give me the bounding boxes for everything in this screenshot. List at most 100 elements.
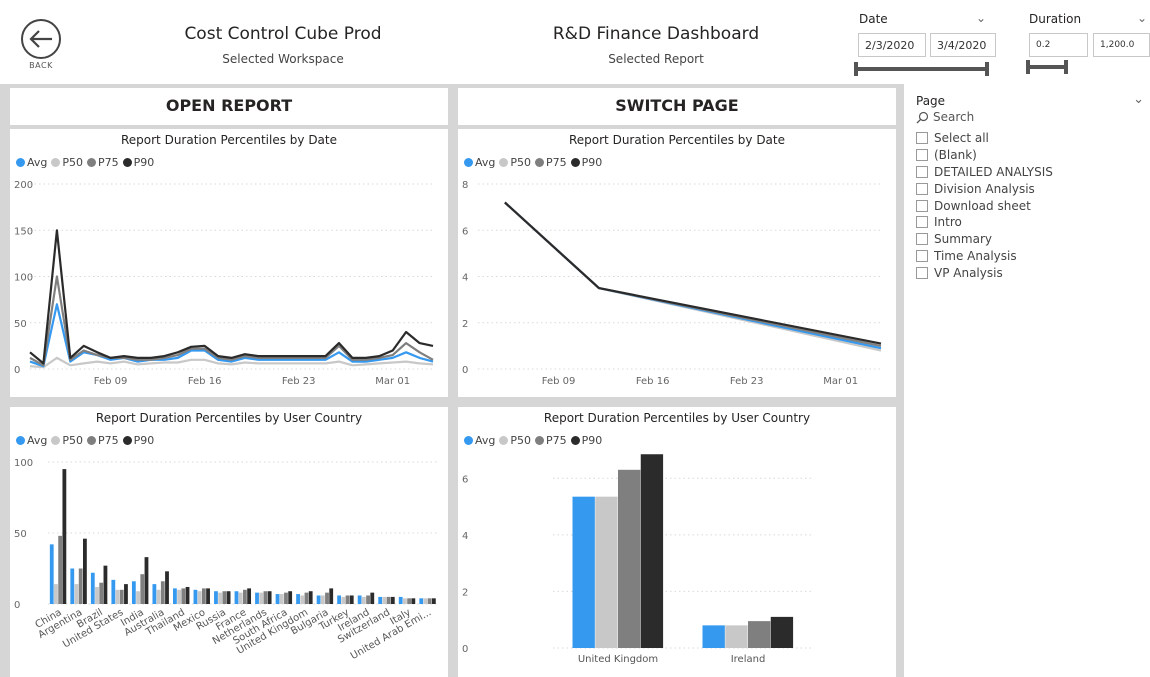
- bar-p90[interactable]: [267, 591, 272, 604]
- duration-max-input[interactable]: 1,200.0: [1093, 33, 1150, 57]
- page-slicer-item[interactable]: Intro: [916, 214, 1053, 231]
- checkbox[interactable]: [916, 149, 928, 162]
- bar-p75[interactable]: [407, 598, 412, 604]
- page-slicer-item[interactable]: DETAILED ANALYSIS: [916, 164, 1053, 181]
- bar-p50[interactable]: [300, 595, 305, 604]
- bar-avg[interactable]: [378, 596, 383, 604]
- bar-avg[interactable]: [255, 592, 259, 604]
- bar-avg[interactable]: [419, 598, 424, 604]
- bar-avg[interactable]: [173, 588, 177, 604]
- bar-avg[interactable]: [296, 594, 300, 604]
- bar-p90[interactable]: [103, 565, 108, 604]
- date-chevron-down-icon[interactable]: ⌄: [976, 11, 986, 25]
- bar-p90[interactable]: [62, 469, 67, 604]
- bar-p50[interactable]: [136, 591, 140, 604]
- bar-avg[interactable]: [70, 568, 75, 605]
- bar-p75[interactable]: [160, 581, 165, 604]
- bar-avg[interactable]: [337, 595, 342, 604]
- bar-avg[interactable]: [111, 579, 116, 604]
- page-slicer-item[interactable]: (Blank): [916, 147, 1053, 164]
- duration-range-start-handle[interactable]: [1026, 60, 1030, 74]
- bar-p50[interactable]: [403, 598, 407, 604]
- bar-p50[interactable]: [95, 586, 99, 604]
- page-slicer-chevron-down-icon[interactable]: ⌄: [1133, 92, 1144, 107]
- bar-p90[interactable]: [144, 557, 149, 604]
- bar-p75[interactable]: [78, 568, 83, 605]
- checkbox[interactable]: [916, 233, 928, 246]
- date-range-end-handle[interactable]: [985, 62, 989, 76]
- bar-p75[interactable]: [345, 595, 350, 604]
- checkbox[interactable]: [916, 132, 928, 145]
- date-range-track[interactable]: [856, 67, 989, 71]
- page-slicer-item[interactable]: VP Analysis: [916, 264, 1053, 281]
- bar-p50[interactable]: [177, 589, 182, 604]
- bar-p90[interactable]: [349, 595, 354, 604]
- bar-p50[interactable]: [341, 596, 346, 604]
- checkbox[interactable]: [916, 216, 928, 229]
- bar-p75[interactable]: [243, 589, 247, 604]
- bar-p90[interactable]: [411, 598, 416, 604]
- checkbox[interactable]: [916, 199, 928, 212]
- bar-p90[interactable]: [390, 596, 395, 604]
- page-slicer-item[interactable]: Division Analysis: [916, 180, 1053, 197]
- bar-p90[interactable]: [124, 584, 128, 604]
- bar-avg[interactable]: [234, 591, 239, 604]
- checkbox[interactable]: [916, 266, 928, 279]
- bar-p90[interactable]: [640, 454, 664, 648]
- date-end-input[interactable]: 3/4/2020: [930, 33, 996, 57]
- bar-p50[interactable]: [423, 598, 428, 604]
- bar-p90[interactable]: [431, 598, 436, 604]
- duration-range-track[interactable]: [1028, 65, 1068, 69]
- duration-range-end-handle[interactable]: [1064, 60, 1068, 74]
- bar-p50[interactable]: [382, 596, 387, 604]
- bar-p75[interactable]: [263, 591, 268, 604]
- checkbox[interactable]: [916, 249, 928, 262]
- date-start-input[interactable]: 2/3/2020: [858, 33, 926, 57]
- page-slicer-item[interactable]: Select all: [916, 130, 1053, 147]
- bar-p90[interactable]: [185, 586, 190, 604]
- bar-p75[interactable]: [304, 592, 309, 604]
- bar-p75[interactable]: [140, 574, 145, 604]
- bar-p75[interactable]: [427, 598, 432, 604]
- bar-p90[interactable]: [206, 588, 210, 604]
- bar-p50[interactable]: [54, 584, 58, 604]
- bar-p75[interactable]: [99, 582, 104, 604]
- bar-p75[interactable]: [748, 621, 771, 648]
- back-button[interactable]: BACK: [10, 18, 72, 82]
- bar-avg[interactable]: [152, 584, 157, 604]
- bar-avg[interactable]: [275, 594, 280, 604]
- switch-page-button[interactable]: SWITCH PAGE: [458, 88, 896, 125]
- bar-p75[interactable]: [222, 591, 227, 604]
- duration-chevron-down-icon[interactable]: ⌄: [1137, 11, 1147, 25]
- bar-p90[interactable]: [247, 588, 252, 604]
- bar-avg[interactable]: [572, 496, 595, 648]
- bar-p50[interactable]: [361, 596, 366, 604]
- bar-avg[interactable]: [193, 589, 198, 604]
- page-slicer-item[interactable]: Summary: [916, 231, 1053, 248]
- bar-p50[interactable]: [259, 592, 264, 604]
- checkbox[interactable]: [916, 165, 928, 178]
- bar-p90[interactable]: [82, 538, 87, 604]
- bar-p90[interactable]: [226, 591, 231, 604]
- page-slicer-item[interactable]: Download sheet: [916, 197, 1053, 214]
- bar-avg[interactable]: [398, 596, 403, 604]
- bar-p50[interactable]: [595, 496, 618, 648]
- checkbox[interactable]: [916, 182, 928, 195]
- bar-p50[interactable]: [279, 594, 284, 604]
- open-report-button[interactable]: OPEN REPORT: [10, 88, 448, 125]
- bar-p90[interactable]: [370, 592, 375, 604]
- bar-avg[interactable]: [90, 572, 95, 604]
- bar-avg[interactable]: [49, 544, 54, 604]
- bar-p90[interactable]: [308, 591, 313, 604]
- bar-p75[interactable]: [58, 535, 63, 604]
- bar-p50[interactable]: [115, 589, 120, 604]
- bar-p75[interactable]: [366, 595, 370, 604]
- bar-p75[interactable]: [325, 592, 329, 604]
- bar-p75[interactable]: [119, 589, 124, 604]
- bar-p75[interactable]: [284, 592, 288, 604]
- bar-p75[interactable]: [181, 588, 186, 604]
- bar-p50[interactable]: [74, 584, 79, 604]
- bar-p75[interactable]: [201, 588, 206, 604]
- bar-p75[interactable]: [386, 596, 391, 604]
- bar-p90[interactable]: [770, 616, 794, 648]
